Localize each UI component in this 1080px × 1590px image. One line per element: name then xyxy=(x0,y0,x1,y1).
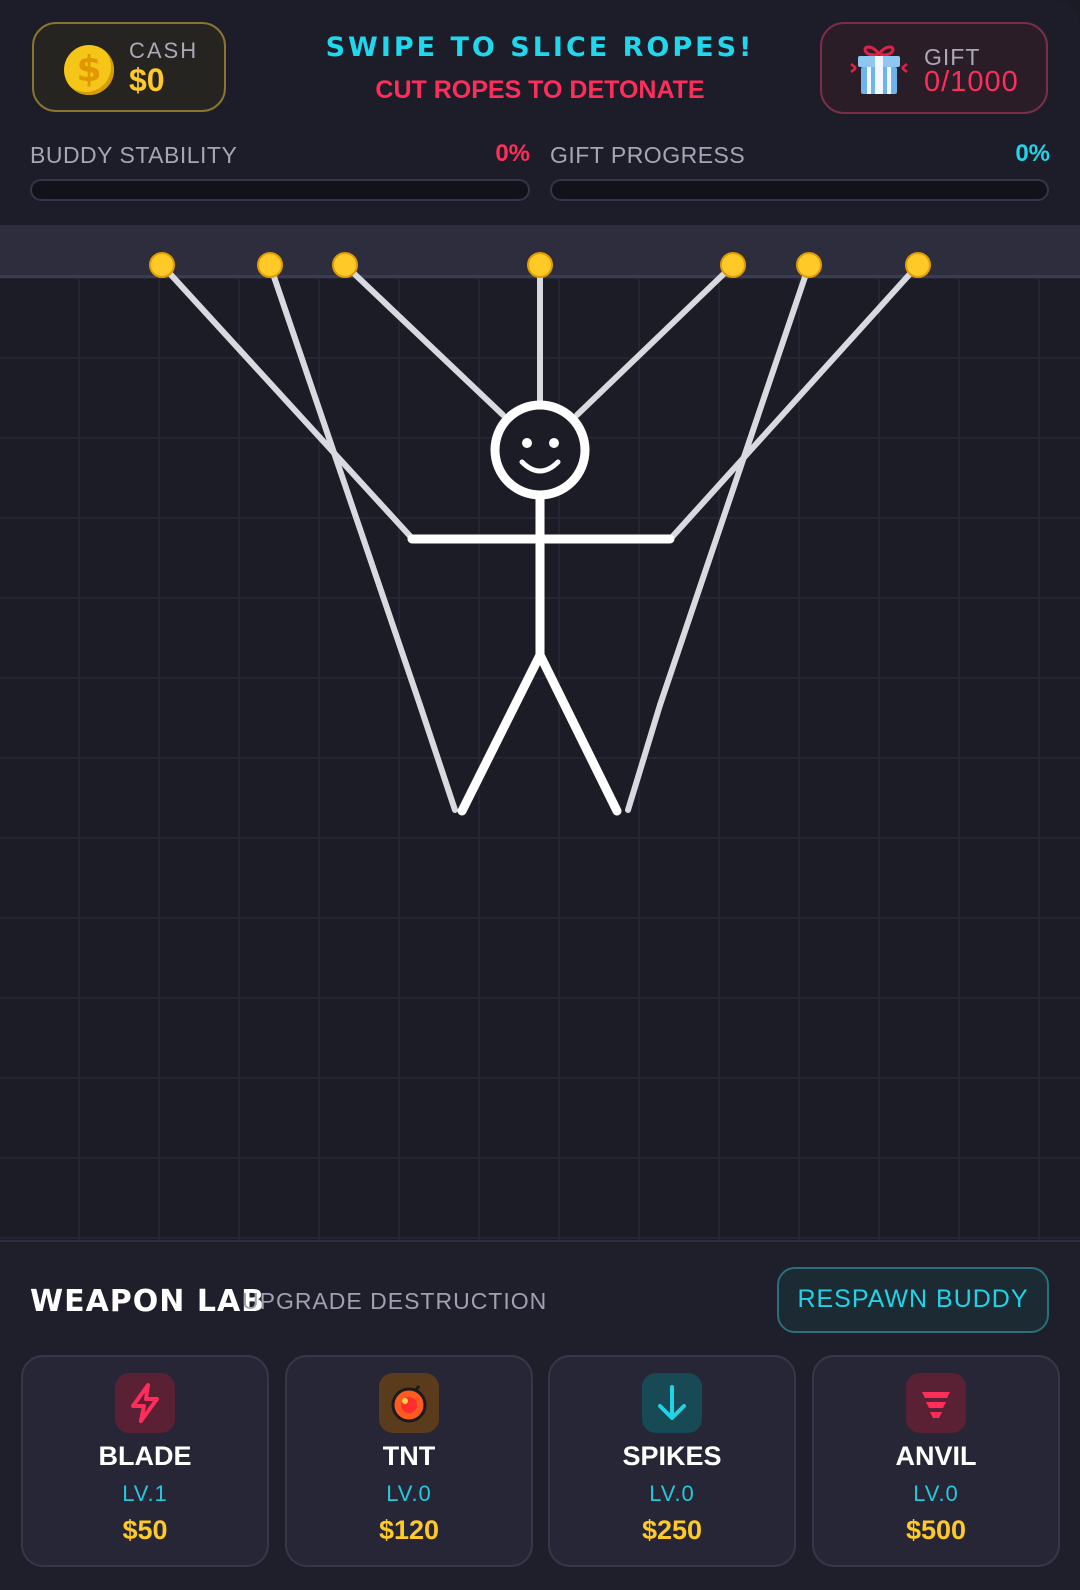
arrow-down-icon xyxy=(642,1373,702,1433)
lightning-icon xyxy=(115,1373,175,1433)
anvil-icon xyxy=(906,1373,966,1433)
rope xyxy=(657,262,812,708)
cash-display: $ CASH $0 xyxy=(32,22,226,112)
weapon-card-blade[interactable]: BLADE LV.1 $50 xyxy=(21,1355,269,1567)
weapon-lab-panel: WEAPON LAB UPGRADE DESTRUCTION RESPAWN B… xyxy=(0,1240,1080,1590)
stability-label: BUDDY STABILITY xyxy=(30,142,238,168)
weapon-card-anvil[interactable]: ANVIL LV.0 $500 xyxy=(812,1355,1060,1567)
weapon-name: ANVIL xyxy=(895,1441,977,1471)
gift-display[interactable]: GIFT 0/1000 xyxy=(820,22,1048,114)
cash-label: CASH xyxy=(129,38,199,63)
weapon-price: $120 xyxy=(378,1515,440,1545)
coin-icon: $ xyxy=(64,45,114,95)
gift-icon xyxy=(850,45,908,94)
rope-anchor xyxy=(720,252,746,278)
weapon-lab-subtitle: UPGRADE DESTRUCTION xyxy=(242,1288,548,1314)
instruction-title: SWIPE TO SLICE ROPES! xyxy=(325,32,755,63)
weapon-price: $250 xyxy=(641,1515,703,1545)
instruction-subtitle: CUT ROPES TO DETONATE xyxy=(375,76,705,104)
rope xyxy=(417,702,458,813)
weapon-lab-title: WEAPON LAB xyxy=(30,1284,266,1319)
weapon-name: SPIKES xyxy=(622,1441,722,1471)
rope xyxy=(267,262,423,708)
gift-value: 0/1000 xyxy=(924,66,1019,98)
weapon-name: TNT xyxy=(382,1441,436,1471)
weapon-name: BLADE xyxy=(98,1441,192,1471)
weapon-price: $500 xyxy=(905,1515,967,1545)
weapon-card-spikes[interactable]: SPIKES LV.0 $250 xyxy=(548,1355,796,1567)
respawn-buddy-button[interactable]: RESPAWN BUDDY xyxy=(777,1267,1049,1333)
buddy-head xyxy=(490,400,590,500)
gift-progress-bar xyxy=(550,179,1049,201)
rope xyxy=(625,702,663,813)
game-screen: $ CASH $0 SWIPE TO SLICE ROPES! CUT ROPE… xyxy=(0,0,1080,1590)
stability-bar xyxy=(30,179,530,201)
cash-value: $0 xyxy=(129,62,165,98)
weapon-price: $50 xyxy=(122,1515,168,1545)
weapon-level: LV.0 xyxy=(386,1481,432,1506)
stability-percent: 0% xyxy=(495,140,530,167)
buddy-eye xyxy=(522,438,532,448)
stick-buddy[interactable] xyxy=(407,400,675,816)
bomb-icon xyxy=(379,1373,439,1433)
rope-anchor xyxy=(796,252,822,278)
ragdoll-scene[interactable] xyxy=(0,225,1080,1240)
rope-anchor xyxy=(332,252,358,278)
weapon-level: LV.0 xyxy=(649,1481,695,1506)
play-area[interactable] xyxy=(0,225,1080,1240)
weapon-level: LV.1 xyxy=(122,1481,168,1506)
rope-anchor xyxy=(905,252,931,278)
rope-anchor xyxy=(527,252,553,278)
buddy-eye xyxy=(549,438,559,448)
rope-anchor xyxy=(257,252,283,278)
gift-progress-label: GIFT PROGRESS xyxy=(550,142,746,168)
weapon-level: LV.0 xyxy=(913,1481,959,1506)
weapon-card-tnt[interactable]: TNT LV.0 $120 xyxy=(285,1355,533,1567)
rope-anchor xyxy=(149,252,175,278)
rope xyxy=(342,262,506,418)
buddy-left-leg xyxy=(457,650,545,816)
rope xyxy=(574,262,736,418)
buddy-right-leg xyxy=(535,650,622,816)
gift-progress-percent: 0% xyxy=(1015,140,1050,167)
